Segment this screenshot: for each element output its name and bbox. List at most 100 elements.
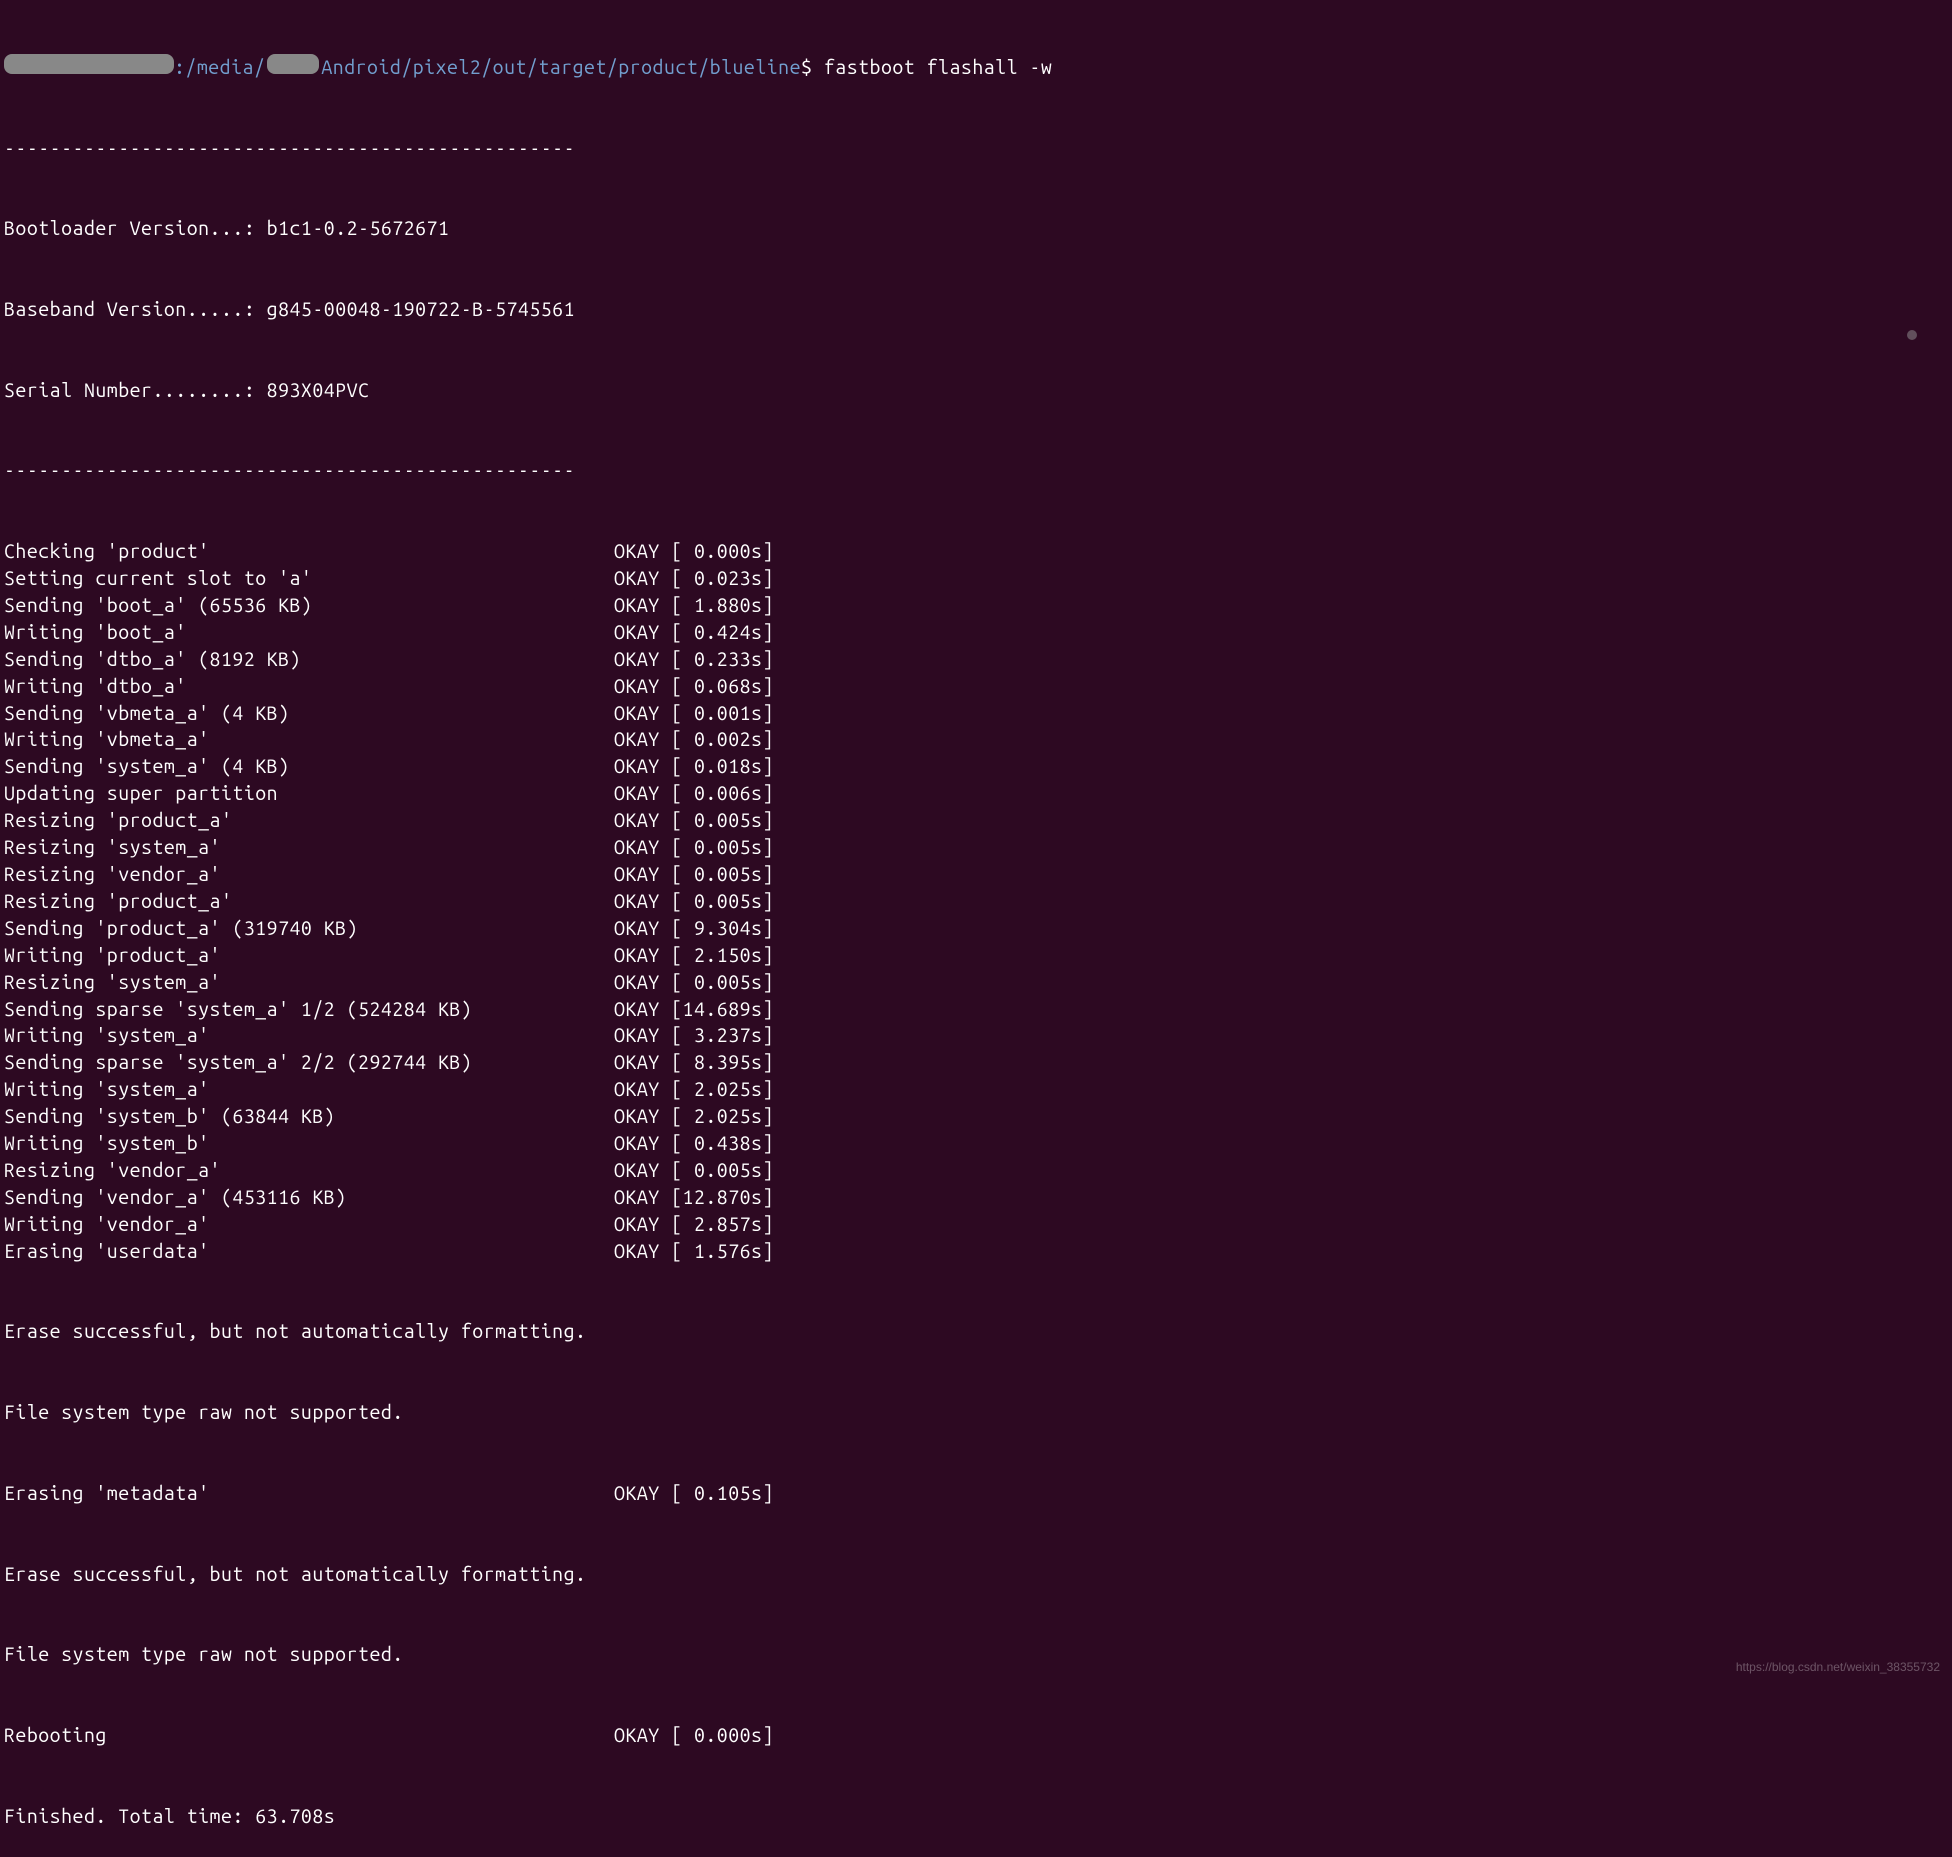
baseband-line: Baseband Version.....: g845-00048-190722… [4,296,1948,323]
step-row: Updating super partitionOKAY [ 0.006s] [4,780,1948,807]
fs-raw-msg-2: File system type raw not supported. [4,1641,1948,1668]
step-row: Setting current slot to 'a'OKAY [ 0.023s… [4,565,1948,592]
step-action: Sending 'boot_a' (65536 KB) [4,592,614,619]
step-result: OKAY [ 0.105s] [614,1480,774,1507]
bootloader-value: b1c1-0.2-5672671 [267,217,450,239]
bootloader-label: Bootloader Version...: [4,217,267,239]
step-action: Writing 'boot_a' [4,619,614,646]
step-action: Resizing 'system_a' [4,969,614,996]
step-row: Resizing 'product_a'OKAY [ 0.005s] [4,888,1948,915]
step-result: OKAY [ 0.438s] [614,1130,774,1157]
step-result: OKAY [ 3.237s] [614,1022,774,1049]
step-result: OKAY [ 0.006s] [614,780,774,807]
step-result: OKAY [ 0.424s] [614,619,774,646]
step-action: Writing 'vendor_a' [4,1211,614,1238]
step-result: OKAY [ 2.857s] [614,1211,774,1238]
step-action: Writing 'system_b' [4,1130,614,1157]
step-action: Sending 'dtbo_a' (8192 KB) [4,646,614,673]
step-result: OKAY [ 2.025s] [614,1076,774,1103]
step-action: Resizing 'vendor_a' [4,861,614,888]
step-row: Erasing 'userdata'OKAY [ 1.576s] [4,1238,1948,1265]
step-row: Writing 'vbmeta_a'OKAY [ 0.002s] [4,726,1948,753]
step-action: Sending 'vbmeta_a' (4 KB) [4,700,614,727]
step-row: Writing 'dtbo_a'OKAY [ 0.068s] [4,673,1948,700]
step-action: Resizing 'vendor_a' [4,1157,614,1184]
step-row: Resizing 'system_a'OKAY [ 0.005s] [4,834,1948,861]
fs-raw-msg-1: File system type raw not supported. [4,1399,1948,1426]
step-row: Resizing 'vendor_a'OKAY [ 0.005s] [4,1157,1948,1184]
step-row: Sending 'vbmeta_a' (4 KB)OKAY [ 0.001s] [4,700,1948,727]
step-action: Sending 'system_b' (63844 KB) [4,1103,614,1130]
step-row: Writing 'vendor_a'OKAY [ 2.857s] [4,1211,1948,1238]
step-action: Sending sparse 'system_a' 2/2 (292744 KB… [4,1049,614,1076]
erase-msg-2: Erase successful, but not automatically … [4,1561,1948,1588]
path-prefix: :/media/ [174,54,265,81]
step-action: Sending 'vendor_a' (453116 KB) [4,1184,614,1211]
step-result: OKAY [ 0.005s] [614,861,774,888]
step-result: OKAY [ 0.002s] [614,726,774,753]
baseband-label: Baseband Version.....: [4,298,267,320]
step-result: OKAY [ 0.233s] [614,646,774,673]
watermark: https://blog.csdn.net/weixin_38355732 [1736,1659,1940,1676]
step-result: OKAY [ 0.018s] [614,753,774,780]
bootloader-line: Bootloader Version...: b1c1-0.2-5672671 [4,215,1948,242]
path-suffix: Android/pixel2/out/target/product/blueli… [321,54,801,81]
step-row: Sending 'product_a' (319740 KB)OKAY [ 9.… [4,915,1948,942]
step-result: OKAY [ 8.395s] [614,1049,774,1076]
step-action: Writing 'system_a' [4,1022,614,1049]
step-row: Resizing 'vendor_a'OKAY [ 0.005s] [4,861,1948,888]
step-result: OKAY [ 0.000s] [614,538,774,565]
step-row: Sending 'boot_a' (65536 KB)OKAY [ 1.880s… [4,592,1948,619]
step-action: Resizing 'system_a' [4,834,614,861]
step-result: OKAY [ 2.150s] [614,942,774,969]
step-result: OKAY [ 0.001s] [614,700,774,727]
step-row: Writing 'system_a'OKAY [ 3.237s] [4,1022,1948,1049]
step-row: Sending sparse 'system_a' 2/2 (292744 KB… [4,1049,1948,1076]
step-result: OKAY [ 1.880s] [614,592,774,619]
step-row: Checking 'product'OKAY [ 0.000s] [4,538,1948,565]
prompt-line: :/media/Android/pixel2/out/target/produc… [4,54,1948,81]
command-text: fastboot flashall -w [824,54,1052,81]
step-result: OKAY [ 0.000s] [614,1722,774,1749]
step-row: Writing 'product_a'OKAY [ 2.150s] [4,942,1948,969]
step-result: OKAY [ 0.068s] [614,673,774,700]
serial-value: 893X04PVC [267,379,370,401]
step-result: OKAY [ 1.576s] [614,1238,774,1265]
step-result: OKAY [ 0.005s] [614,807,774,834]
step-row: Sending 'system_b' (63844 KB)OKAY [ 2.02… [4,1103,1948,1130]
background-dot [1907,330,1917,340]
step-action: Setting current slot to 'a' [4,565,614,592]
step-row: Resizing 'system_a'OKAY [ 0.005s] [4,969,1948,996]
step-row: Sending 'dtbo_a' (8192 KB)OKAY [ 0.233s] [4,646,1948,673]
step-action: Rebooting [4,1722,614,1749]
step-result: OKAY [14.689s] [614,996,774,1023]
step-action: Writing 'product_a' [4,942,614,969]
step-result: OKAY [ 0.023s] [614,565,774,592]
step-result: OKAY [ 0.005s] [614,888,774,915]
step-row: Writing 'system_b'OKAY [ 0.438s] [4,1130,1948,1157]
step-action: Sending 'system_a' (4 KB) [4,753,614,780]
step-row: Sending 'system_a' (4 KB)OKAY [ 0.018s] [4,753,1948,780]
step-action: Erasing 'metadata' [4,1480,614,1507]
redacted-user-host [4,54,174,74]
step-action: Writing 'dtbo_a' [4,673,614,700]
step-result: OKAY [ 0.005s] [614,969,774,996]
step-action: Writing 'vbmeta_a' [4,726,614,753]
step-result: OKAY [ 0.005s] [614,834,774,861]
step-action: Erasing 'userdata' [4,1238,614,1265]
step-result: OKAY [12.870s] [614,1184,774,1211]
step-result: OKAY [ 2.025s] [614,1103,774,1130]
step-action: Checking 'product' [4,538,614,565]
prompt-dollar: $ [801,54,812,81]
divider-bottom: ----------------------------------------… [4,457,1948,484]
step-row: Writing 'boot_a'OKAY [ 0.424s] [4,619,1948,646]
step-result: OKAY [ 0.005s] [614,1157,774,1184]
step-metadata: Erasing 'metadata'OKAY [ 0.105s] [4,1480,1948,1507]
step-reboot: RebootingOKAY [ 0.000s] [4,1722,1948,1749]
steps-list: Checking 'product'OKAY [ 0.000s]Setting … [4,538,1948,1264]
divider-top: ----------------------------------------… [4,135,1948,162]
finished-line: Finished. Total time: 63.708s [4,1803,1948,1830]
step-action: Updating super partition [4,780,614,807]
step-result: OKAY [ 9.304s] [614,915,774,942]
terminal-output[interactable]: :/media/Android/pixel2/out/target/produc… [4,0,1948,1857]
